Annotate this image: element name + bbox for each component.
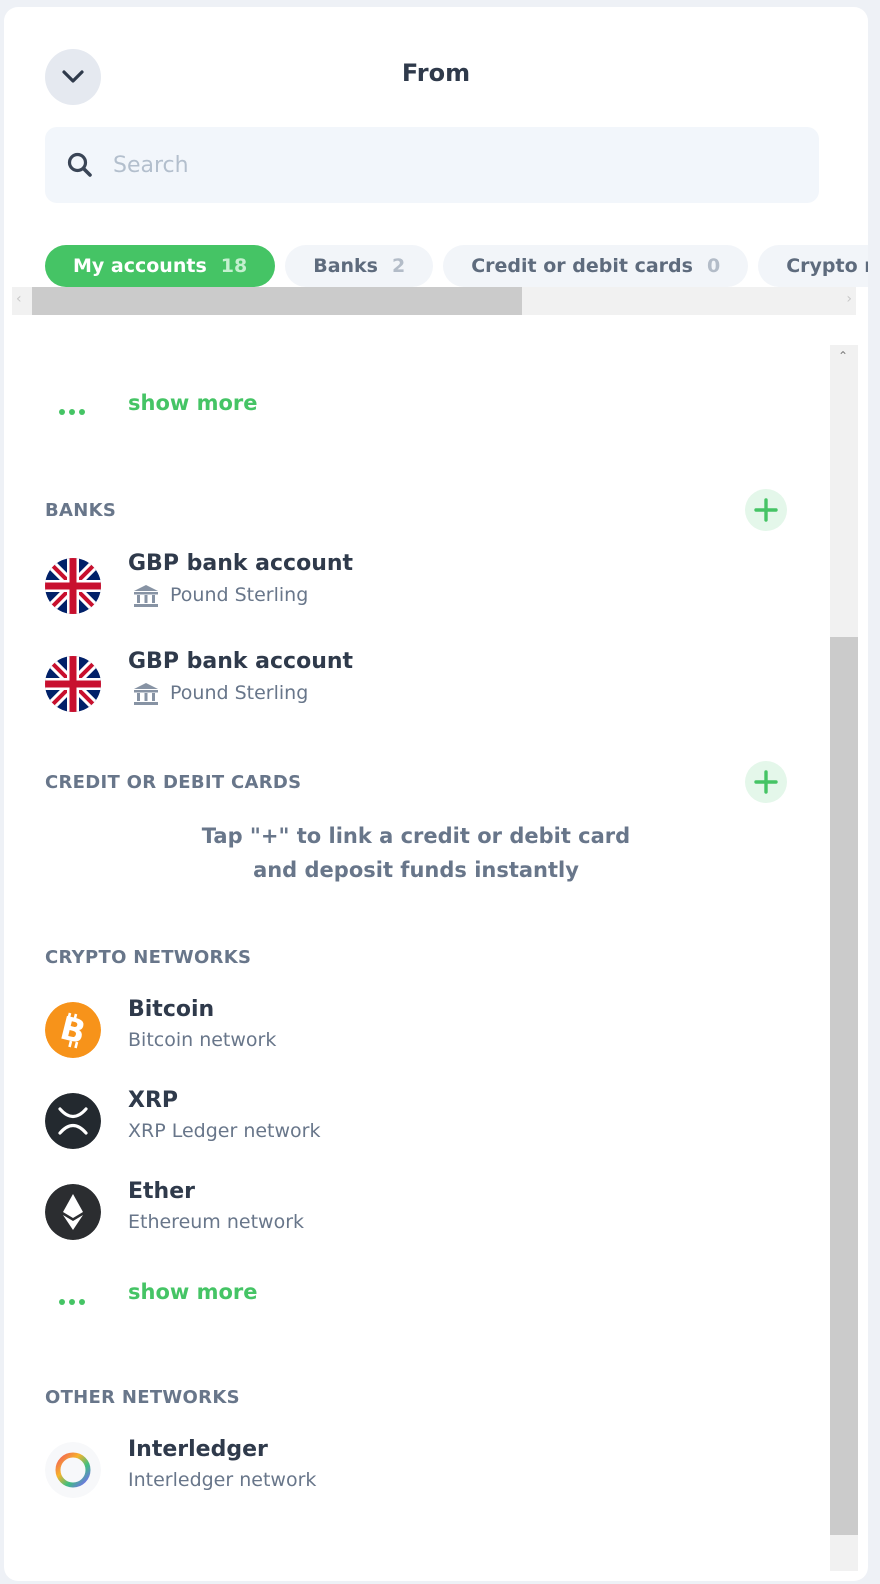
crypto-network-name: Ethereum network bbox=[128, 1211, 305, 1233]
scroll-up-icon[interactable]: ⌃ bbox=[838, 349, 848, 363]
plus-icon bbox=[754, 498, 778, 522]
other-network-row[interactable]: Interledger Interledger network bbox=[4, 1437, 824, 1522]
uk-flag-icon bbox=[45, 656, 101, 712]
list-vertical-scrollbar[interactable]: ⌃ bbox=[830, 345, 858, 1571]
account-picker-panel: From My accounts 18 Banks 2 Credit or debit … bbox=[4, 7, 868, 1581]
tab-count: 0 bbox=[706, 255, 721, 277]
bank-account-row[interactable]: GBP bank account Pound Sterling bbox=[4, 551, 824, 638]
crypto-name: Ether bbox=[128, 1179, 195, 1204]
bank-account-row[interactable]: GBP bank account Pound Sterling bbox=[4, 649, 824, 736]
tab-count: 18 bbox=[220, 255, 248, 277]
filter-tabs: My accounts 18 Banks 2 Credit or debit cards… bbox=[45, 245, 868, 287]
uk-flag-icon bbox=[45, 558, 101, 614]
bank-account-currency: Pound Sterling bbox=[170, 682, 309, 704]
tab-credit-or-debit-cards[interactable]: Credit or debit cards 0 bbox=[443, 245, 749, 287]
show-more-link[interactable]: show more bbox=[128, 1280, 258, 1304]
plus-icon bbox=[754, 770, 778, 794]
crypto-name: Bitcoin bbox=[128, 997, 215, 1022]
scroll-right-icon[interactable]: › bbox=[846, 291, 852, 307]
crypto-section-title: CRYPTO NETWORKS bbox=[45, 947, 252, 968]
banks-section-title: BANKS bbox=[45, 500, 117, 521]
bank-account-currency: Pound Sterling bbox=[170, 584, 309, 606]
crypto-network-name: XRP Ledger network bbox=[128, 1120, 321, 1142]
cards-empty-line-2: and deposit funds instantly bbox=[253, 858, 579, 882]
accounts-list: show more BANKS GBP bank account Pound S… bbox=[4, 345, 828, 1571]
page-title: From bbox=[401, 59, 471, 87]
search-input[interactable] bbox=[113, 152, 733, 178]
cards-empty-line-1: Tap "+" to link a credit or debit card bbox=[201, 824, 631, 848]
more-dots-icon bbox=[59, 409, 85, 415]
more-dots-icon bbox=[59, 1299, 85, 1305]
xrp-icon bbox=[45, 1093, 101, 1149]
crypto-network-row[interactable]: Ether Ethereum network bbox=[4, 1179, 824, 1264]
add-card-button[interactable] bbox=[745, 761, 787, 803]
ether-icon bbox=[45, 1184, 101, 1240]
bank-icon bbox=[134, 585, 158, 607]
crypto-network-row[interactable]: B Bitcoin Bitcoin network bbox=[4, 997, 824, 1082]
tab-label: Crypto networks bbox=[786, 255, 868, 277]
bank-account-name: GBP bank account bbox=[128, 649, 354, 674]
other-networks-section-title: OTHER NETWORKS bbox=[45, 1387, 240, 1408]
search-icon bbox=[67, 152, 92, 177]
interledger-icon bbox=[45, 1442, 101, 1498]
crypto-name: XRP bbox=[128, 1088, 179, 1113]
other-network-description: Interledger network bbox=[128, 1469, 317, 1491]
tab-crypto-networks[interactable]: Crypto networks bbox=[758, 245, 868, 287]
bank-icon bbox=[134, 683, 158, 705]
scroll-left-icon[interactable]: ‹ bbox=[16, 291, 22, 307]
crypto-network-row[interactable]: XRP XRP Ledger network bbox=[4, 1088, 824, 1173]
crypto-network-name: Bitcoin network bbox=[128, 1029, 277, 1051]
cards-empty-message: Tap "+" to link a credit or debit card a… bbox=[4, 819, 828, 887]
add-bank-button[interactable] bbox=[745, 489, 787, 531]
tab-my-accounts[interactable]: My accounts 18 bbox=[45, 245, 276, 287]
scrollbar-thumb[interactable] bbox=[830, 637, 858, 1535]
other-network-name: Interledger bbox=[128, 1437, 268, 1462]
tab-label: Credit or debit cards bbox=[471, 255, 693, 277]
cards-section-title: CREDIT OR DEBIT CARDS bbox=[45, 772, 302, 793]
search-box[interactable] bbox=[45, 127, 819, 203]
show-more-link[interactable]: show more bbox=[128, 391, 258, 415]
bank-account-name: GBP bank account bbox=[128, 551, 354, 576]
tab-count: 2 bbox=[392, 255, 406, 277]
tab-label: Banks bbox=[313, 255, 378, 277]
bitcoin-icon: B bbox=[45, 1002, 101, 1058]
tab-banks[interactable]: Banks 2 bbox=[285, 245, 434, 287]
scrollbar-thumb[interactable] bbox=[32, 287, 522, 315]
tab-label: My accounts bbox=[73, 255, 207, 277]
tabs-horizontal-scrollbar[interactable]: ‹ › bbox=[12, 287, 856, 315]
